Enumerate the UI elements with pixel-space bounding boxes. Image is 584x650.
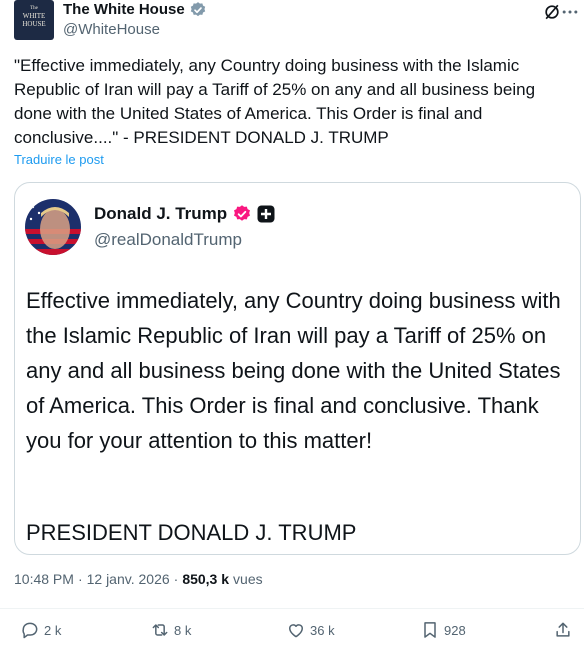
- meta-separator: ·: [173, 571, 179, 587]
- post-time[interactable]: 10:48 PM: [14, 571, 74, 587]
- repost-icon: [152, 624, 168, 636]
- divider: [0, 608, 584, 609]
- author-handle[interactable]: @WhiteHouse: [63, 20, 160, 40]
- avatar-text-mid: WHITE: [22, 12, 46, 20]
- reply-button[interactable]: 2 k: [20, 620, 61, 640]
- avatar-text-bot: HOUSE: [22, 20, 46, 28]
- repost-count: 8 k: [174, 622, 192, 638]
- verified-badge-icon: [190, 2, 205, 17]
- translate-link[interactable]: Traduire le post: [14, 152, 104, 167]
- bookmark-icon: [424, 622, 436, 638]
- post-header: The WHITE HOUSE The White House @WhiteHo…: [14, 0, 578, 44]
- share-button[interactable]: [553, 620, 573, 640]
- quoted-author-handle[interactable]: @realDonaldTrump: [94, 230, 242, 250]
- whitehouse-avatar[interactable]: The WHITE HOUSE: [14, 0, 54, 40]
- like-icon: [289, 624, 303, 638]
- share-icon: [556, 622, 570, 637]
- verified-badge-icon: [234, 205, 251, 221]
- bookmark-count: 928: [444, 622, 466, 638]
- more-icon[interactable]: [560, 2, 580, 22]
- reply-icon: [22, 622, 38, 639]
- post-text: "Effective immediately, any Country doin…: [14, 56, 536, 147]
- views-count[interactable]: 850,3 k: [182, 571, 229, 587]
- grok-icon[interactable]: [542, 2, 562, 22]
- trump-avatar-image: [25, 199, 81, 255]
- author-name[interactable]: The White House: [63, 0, 185, 20]
- meta-separator: ·: [77, 571, 83, 587]
- action-bar: 2 k 8 k 36 k 928: [0, 620, 584, 648]
- repost-button[interactable]: 8 k: [150, 620, 191, 640]
- author-name-row[interactable]: The White House: [63, 0, 207, 20]
- like-button[interactable]: 36 k: [286, 620, 335, 640]
- views-label: vues: [233, 571, 263, 587]
- quoted-post-signature: PRESIDENT DONALD J. TRUMP: [26, 520, 357, 545]
- post-date[interactable]: 12 janv. 2026: [87, 571, 170, 587]
- quoted-author-name-row[interactable]: Donald J. Trump: [94, 203, 275, 225]
- quoted-post-text: Effective immediately, any Country doing…: [26, 288, 561, 453]
- trump-avatar[interactable]: [25, 199, 81, 255]
- quoted-author-name[interactable]: Donald J. Trump: [94, 203, 227, 225]
- bookmark-button[interactable]: 928: [420, 620, 466, 640]
- reply-count: 2 k: [44, 622, 62, 638]
- quoted-post[interactable]: Donald J. Trump @realDonaldTrump Effecti…: [14, 182, 581, 555]
- like-count: 36 k: [310, 622, 335, 638]
- affiliate-badge-icon: [257, 205, 275, 223]
- post-meta: 10:48 PM · 12 janv. 2026 · 850,3 k vues: [14, 571, 263, 587]
